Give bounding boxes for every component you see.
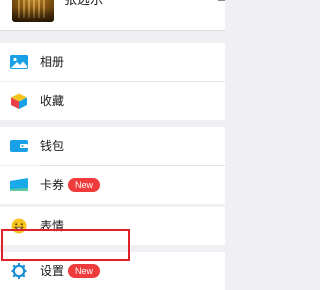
menu-label-album: 相册	[40, 55, 65, 69]
qr-code-icon[interactable]	[217, 0, 225, 4]
menu-label-wallet: 钱包	[40, 139, 65, 153]
menu-item-album[interactable]: 相册	[0, 43, 225, 81]
menu-label-favorites: 收藏	[40, 94, 65, 108]
highlight-box	[1, 229, 130, 261]
cube-icon	[11, 93, 27, 109]
new-badge: New	[68, 264, 101, 278]
card-icon	[10, 178, 28, 191]
profile-header[interactable]: 张远乐	[0, 0, 225, 31]
avatar[interactable]	[12, 0, 54, 22]
gear-icon	[11, 263, 27, 279]
menu-item-favorites[interactable]: 收藏	[0, 82, 225, 120]
menu-item-wallet[interactable]: 钱包	[0, 127, 225, 165]
image-icon	[10, 55, 28, 69]
menu-label-cards: 卡券	[40, 178, 65, 192]
profile-name: 张远乐	[64, 0, 104, 8]
new-badge: New	[68, 178, 101, 192]
wallet-icon	[10, 140, 28, 152]
menu-item-cards[interactable]: 卡券 New	[0, 166, 225, 204]
